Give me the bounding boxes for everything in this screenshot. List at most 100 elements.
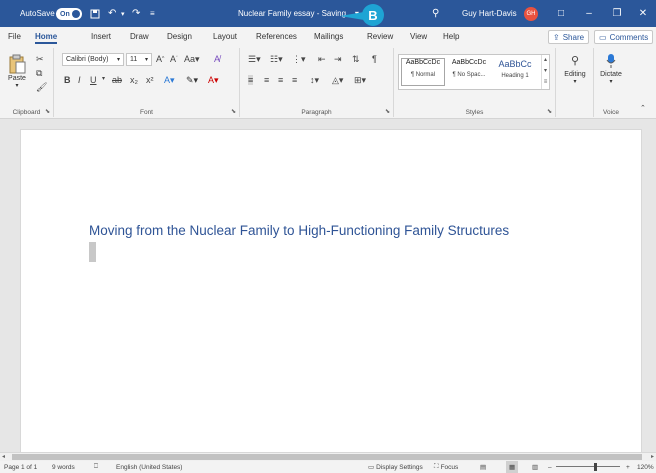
user-name[interactable]: Guy Hart-Davis [462, 0, 517, 27]
shrink-font-icon[interactable]: Aˇ [170, 54, 178, 64]
undo-icon[interactable]: ↶ [108, 0, 116, 27]
borders-icon[interactable]: ⊞▾ [354, 75, 366, 86]
zoom-slider[interactable] [556, 466, 620, 467]
save-icon[interactable] [90, 0, 100, 27]
style-normal[interactable]: AaBbCcDc ¶ Normal [401, 58, 445, 86]
editing-button[interactable]: ⚲ Editing ▾ [560, 54, 590, 85]
zoom-level[interactable]: 120% [637, 461, 654, 473]
dictate-button[interactable]: Dictate ▾ [596, 54, 626, 85]
comments-button[interactable]: ▭ Comments [594, 30, 654, 44]
share-button[interactable]: ⇪ Share [548, 30, 590, 44]
print-layout-icon[interactable]: ▦ [506, 461, 519, 473]
paste-button[interactable]: Paste ▾ [8, 54, 26, 89]
style-name: Heading 1 [501, 73, 529, 79]
search-icon[interactable]: ⚲ [432, 0, 439, 27]
shading-icon[interactable]: ◬▾ [332, 75, 343, 86]
clipboard-launcher-icon[interactable]: ⬊ [45, 108, 50, 115]
tab-layout[interactable]: Layout [213, 27, 237, 46]
web-layout-icon[interactable]: ▥ [532, 461, 538, 473]
cut-icon[interactable]: ✂ [36, 54, 44, 65]
copy-icon[interactable]: ⧉ [36, 68, 42, 79]
paragraph-group: ☰▾ ☷▾ ⋮▾ ⇤ ⇥ ⇅ ¶ ≡ ≡ ≡ ≡ ↕▾ ◬▾ ⊞▾ Paragr… [240, 48, 394, 117]
show-formatting-icon[interactable]: ¶ [372, 54, 377, 64]
autosave-toggle[interactable]: On [56, 8, 82, 20]
avatar[interactable]: GH [524, 7, 538, 21]
underline-dropdown-icon[interactable]: ▾ [102, 75, 105, 82]
text-effects-icon[interactable]: A▾ [164, 75, 175, 86]
italic-icon[interactable]: I [78, 75, 81, 85]
align-center-icon[interactable]: ≡ [264, 75, 269, 85]
zoom-in-button[interactable]: + [626, 461, 630, 473]
bold-icon[interactable]: B [64, 75, 71, 85]
change-case-icon[interactable]: Aa▾ [184, 54, 200, 65]
minimize-icon[interactable]: – [574, 0, 604, 27]
decrease-indent-icon[interactable]: ⇤ [318, 54, 326, 65]
font-name-select[interactable]: Calibri (Body) ▾ [62, 53, 124, 66]
justify-icon[interactable]: ≡ [292, 75, 297, 85]
paste-dropdown-icon[interactable]: ▾ [15, 82, 18, 89]
subscript-icon[interactable]: x₂ [130, 75, 138, 85]
zoom-out-button[interactable]: – [548, 461, 552, 473]
proofing-icon[interactable]: ⎕ [94, 461, 98, 473]
tab-design[interactable]: Design [167, 27, 192, 46]
focus-button[interactable]: ⛶ Focus [434, 461, 458, 473]
close-icon[interactable]: ✕ [628, 0, 656, 27]
scroll-left-icon[interactable]: ◂ [2, 453, 5, 460]
strikethrough-icon[interactable]: ab [112, 75, 122, 85]
align-right-icon[interactable]: ≡ [278, 75, 283, 85]
display-settings-button[interactable]: ▭ Display Settings [368, 461, 423, 473]
read-mode-icon[interactable]: ▤ [480, 461, 486, 473]
customize-qat-icon[interactable]: ≡ [150, 0, 155, 27]
numbering-icon[interactable]: ☷▾ [270, 54, 283, 65]
underline-icon[interactable]: U [90, 75, 97, 85]
styles-launcher-icon[interactable]: ⬊ [547, 108, 552, 115]
sort-icon[interactable]: ⇅ [352, 54, 360, 65]
clear-formatting-icon[interactable]: A̸ [214, 54, 220, 64]
tab-help[interactable]: Help [443, 27, 459, 46]
style-no-spacing[interactable]: AaBbCcDc ¶ No Spac... [447, 59, 491, 78]
document-area: Moving from the Nuclear Family to High-F… [0, 119, 656, 459]
horizontal-scrollbar[interactable]: ◂ ▸ [0, 452, 656, 461]
font-size-value: 11 [130, 56, 138, 63]
font-color-icon[interactable]: A▾ [208, 75, 219, 86]
tab-insert[interactable]: Insert [91, 27, 111, 46]
bullets-icon[interactable]: ☰▾ [248, 54, 261, 65]
grow-font-icon[interactable]: A ^ [156, 54, 164, 64]
format-painter-icon[interactable]: 🖌 [36, 82, 47, 93]
collapse-ribbon-icon[interactable]: ⌃ [640, 104, 646, 112]
text-cursor [89, 242, 96, 262]
tab-home[interactable]: Home [35, 27, 58, 46]
increase-indent-icon[interactable]: ⇥ [334, 54, 342, 65]
undo-dropdown-icon[interactable]: ▾ [121, 0, 125, 27]
font-launcher-icon[interactable]: ⬊ [231, 108, 236, 115]
scrollbar-thumb[interactable] [12, 454, 642, 460]
document-page[interactable]: Moving from the Nuclear Family to High-F… [20, 129, 642, 459]
tab-mailings[interactable]: Mailings [314, 27, 343, 46]
focus-icon: ⛶ [434, 463, 439, 470]
tab-review[interactable]: Review [367, 27, 393, 46]
font-size-select[interactable]: 11 ▾ [126, 53, 152, 66]
zoom-slider-thumb[interactable] [594, 463, 597, 471]
tab-file[interactable]: File [8, 27, 21, 46]
page-count[interactable]: Page 1 of 1 [4, 461, 37, 473]
language-status[interactable]: English (United States) [116, 461, 182, 473]
highlight-icon[interactable]: ✎▾ [186, 75, 198, 86]
paragraph-launcher-icon[interactable]: ⬊ [385, 108, 390, 115]
voice-group: Dictate ▾ Voice [594, 48, 628, 117]
tab-draw[interactable]: Draw [130, 27, 149, 46]
superscript-icon[interactable]: x² [146, 75, 154, 85]
line-spacing-icon[interactable]: ↕▾ [310, 75, 319, 86]
align-left-icon[interactable]: ≡ [248, 75, 254, 85]
document-heading[interactable]: Moving from the Nuclear Family to High-F… [89, 223, 509, 238]
scroll-right-icon[interactable]: ▸ [651, 453, 654, 460]
word-count[interactable]: 9 words [52, 461, 75, 473]
voice-group-label: Voice [603, 109, 619, 116]
style-heading-1[interactable]: AaBbCc Heading 1 [493, 59, 537, 79]
styles-scroll[interactable]: ▴ ▾ ≡ [541, 55, 549, 89]
tab-view[interactable]: View [410, 27, 427, 46]
ribbon-display-icon[interactable]: □ [546, 0, 576, 27]
redo-icon[interactable]: ↷ [132, 0, 140, 27]
tab-references[interactable]: References [256, 27, 297, 46]
multilevel-list-icon[interactable]: ⋮▾ [292, 54, 306, 65]
paste-label: Paste [8, 75, 26, 82]
